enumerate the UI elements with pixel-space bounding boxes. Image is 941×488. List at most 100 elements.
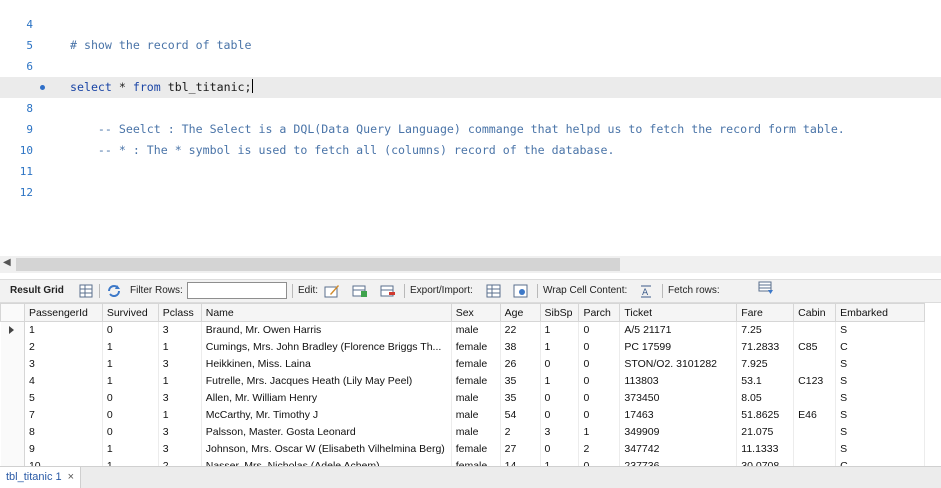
table-cell[interactable]: Johnson, Mrs. Oscar W (Elisabeth Vilhelm… [201, 440, 452, 458]
table-cell[interactable]: S [835, 355, 925, 373]
table-cell[interactable]: 7.925 [736, 355, 795, 373]
row-indicator[interactable] [0, 457, 25, 466]
table-cell[interactable]: 237736 [619, 457, 738, 466]
close-icon[interactable]: × [68, 471, 74, 483]
table-cell[interactable]: PC 17599 [619, 338, 738, 356]
table-cell[interactable]: Futrelle, Mrs. Jacques Heath (Lily May P… [201, 372, 452, 390]
table-cell[interactable]: 3 [540, 423, 580, 441]
table-cell[interactable]: 30.0708 [736, 457, 795, 466]
table-cell[interactable]: 11.1333 [736, 440, 795, 458]
table-row[interactable]: 1 0 3 Braund, Mr. Owen Harris male 22 1 0 A/5 21… [0, 321, 925, 339]
table-cell[interactable]: 27 [500, 440, 541, 458]
table-cell[interactable]: 0 [540, 406, 580, 424]
table-row[interactable]: 3 1 3 Heikkinen, Miss. Laina female 26 0 0 STON/… [0, 355, 925, 373]
table-cell[interactable]: 0 [102, 321, 159, 339]
table-cell[interactable]: 1 [540, 338, 580, 356]
result-grid-tab[interactable]: Result Grid [10, 280, 64, 302]
row-indicator[interactable] [0, 321, 25, 339]
table-cell[interactable]: 0 [540, 389, 580, 407]
horizontal-scrollbar[interactable]: ◀ [0, 256, 941, 273]
table-cell[interactable]: C123 [793, 372, 837, 390]
table-cell[interactable]: 4 [24, 372, 103, 390]
table-cell[interactable]: 2 [158, 457, 202, 466]
table-cell[interactable]: 3 [158, 321, 202, 339]
table-cell[interactable]: 1 [102, 372, 159, 390]
table-cell[interactable]: 0 [102, 423, 159, 441]
column-header[interactable]: Ticket [619, 303, 738, 322]
table-cell[interactable]: 10 [24, 457, 103, 466]
table-cell[interactable]: 7 [24, 406, 103, 424]
column-header[interactable]: Pclass [157, 303, 202, 322]
table-cell[interactable]: 21.075 [736, 423, 795, 441]
edit-row-icon[interactable] [324, 284, 340, 298]
table-cell[interactable]: 1 [158, 406, 202, 424]
table-cell[interactable]: 1 [540, 372, 580, 390]
table-cell[interactable]: 0 [540, 440, 580, 458]
add-row-icon[interactable] [352, 284, 368, 298]
row-indicator[interactable] [0, 389, 25, 407]
row-indicator[interactable] [0, 372, 25, 390]
table-row[interactable]: 8 0 3 Palsson, Master. Gosta Leonard male 2 3 1… [0, 423, 925, 441]
table-cell[interactable]: Cumings, Mrs. John Bradley (Florence Bri… [201, 338, 452, 356]
column-header[interactable]: Cabin [793, 303, 837, 322]
table-cell[interactable]: STON/O2. 3101282 [619, 355, 738, 373]
table-cell[interactable]: 2 [578, 440, 621, 458]
table-cell[interactable]: 0 [540, 355, 580, 373]
table-cell[interactable]: 9 [24, 440, 103, 458]
wrap-text-icon[interactable]: A [638, 284, 654, 298]
table-row[interactable]: 2 1 1 Cumings, Mrs. John Bradley (Florence … [0, 338, 925, 356]
table-cell[interactable]: E46 [793, 406, 837, 424]
table-row[interactable]: 7 0 1 McCarthy, Mr. Timothy Jmale 54 0 0 17463 5… [0, 406, 925, 424]
table-cell[interactable]: male [451, 406, 501, 424]
table-cell[interactable]: 3 [158, 355, 202, 373]
sql-editor[interactable]: 4 5 6 # show the record of table 7 8 sel… [0, 0, 941, 255]
table-cell[interactable]: 5 [24, 389, 103, 407]
table-cell[interactable]: 349909 [619, 423, 738, 441]
scrollbar-thumb[interactable] [16, 258, 620, 271]
table-cell[interactable]: 0 [578, 457, 621, 466]
table-cell[interactable]: 1 [102, 440, 159, 458]
table-cell[interactable]: 3 [158, 423, 202, 441]
refresh-icon[interactable] [106, 284, 122, 298]
table-cell[interactable]: 0 [102, 389, 159, 407]
table-cell[interactable] [793, 389, 837, 407]
table-cell[interactable]: male [451, 321, 501, 339]
table-cell[interactable]: 3 [158, 389, 202, 407]
row-indicator[interactable] [0, 440, 25, 458]
column-header[interactable]: SibSp [539, 303, 580, 322]
table-cell[interactable]: female [451, 355, 501, 373]
column-header[interactable]: Embarked [835, 303, 925, 322]
table-cell[interactable]: 22 [500, 321, 541, 339]
table-cell[interactable]: S [835, 321, 925, 339]
row-indicator[interactable] [0, 355, 25, 373]
table-cell[interactable]: 1 [578, 423, 621, 441]
table-cell[interactable]: 2 [500, 423, 541, 441]
table-cell[interactable]: 35 [500, 389, 541, 407]
export-icon[interactable] [486, 284, 502, 298]
scroll-left-icon[interactable]: ◀ [3, 257, 11, 268]
table-cell[interactable]: Allen, Mr. William Henry [201, 389, 452, 407]
table-cell[interactable]: 1 [24, 321, 103, 339]
table-cell[interactable]: 35 [500, 372, 541, 390]
row-indicator[interactable] [0, 338, 25, 356]
table-cell[interactable]: female [451, 372, 501, 390]
table-cell[interactable] [793, 440, 837, 458]
table-cell[interactable] [793, 321, 837, 339]
column-header[interactable]: Name [200, 303, 452, 322]
table-cell[interactable]: male [451, 389, 501, 407]
result-grid[interactable]: PassengerId Survived Pclass Name Sex Age… [0, 303, 925, 466]
table-cell[interactable] [793, 423, 837, 441]
table-cell[interactable]: C [835, 457, 925, 466]
row-indicator[interactable] [0, 406, 25, 424]
column-header[interactable]: Age [499, 303, 541, 322]
table-cell[interactable]: S [835, 440, 925, 458]
table-cell[interactable]: Palsson, Master. Gosta Leonard [201, 423, 452, 441]
table-cell[interactable]: 8 [24, 423, 103, 441]
table-cell[interactable]: 38 [500, 338, 541, 356]
table-cell[interactable]: female [451, 338, 501, 356]
table-cell[interactable]: Heikkinen, Miss. Laina [201, 355, 452, 373]
table-cell[interactable]: 26 [500, 355, 541, 373]
result-tab[interactable]: tbl_titanic 1 × [0, 467, 82, 488]
row-indicator[interactable] [0, 423, 25, 441]
delete-row-icon[interactable] [380, 284, 396, 298]
